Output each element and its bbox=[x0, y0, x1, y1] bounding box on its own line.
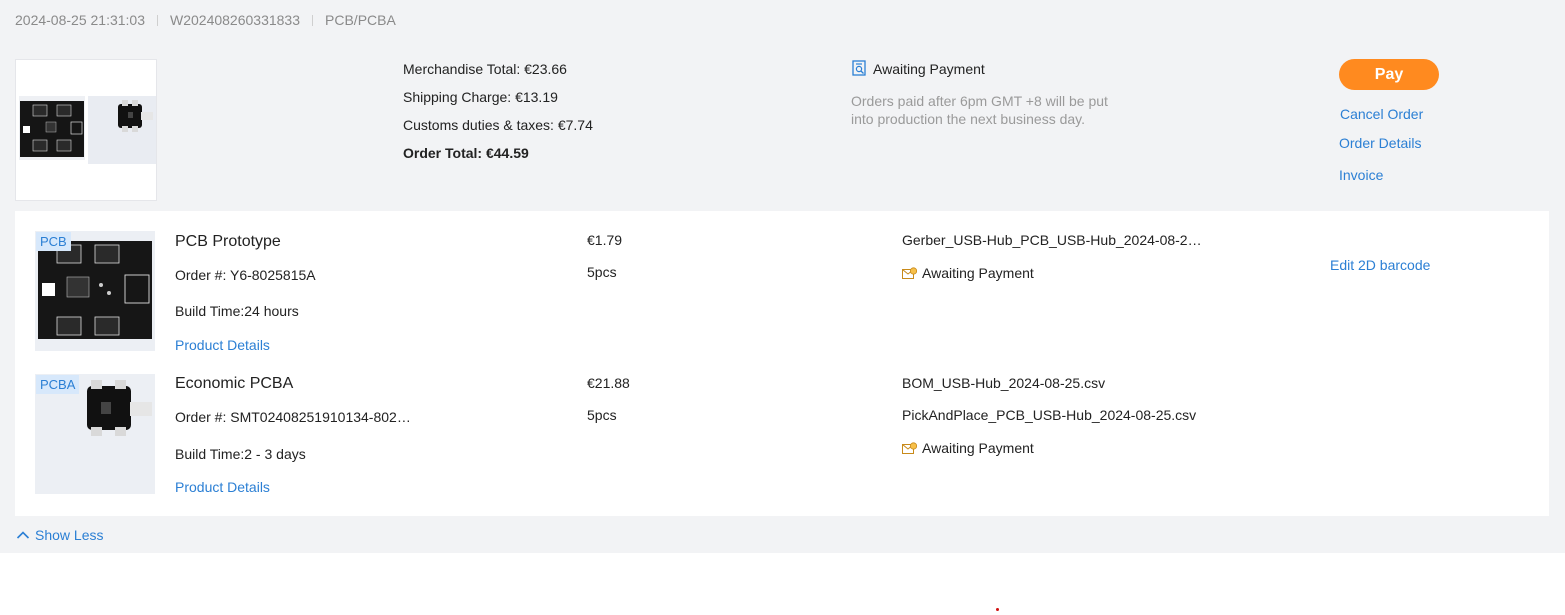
merchandise-total: Merchandise Total: €23.66 bbox=[403, 61, 567, 77]
envelope-clock-icon bbox=[902, 266, 918, 284]
order-total: Order Total: €44.59 bbox=[403, 145, 529, 161]
search-doc-icon bbox=[851, 59, 867, 79]
item-file[interactable]: PickAndPlace_PCB_USB-Hub_2024-08-25.csv bbox=[902, 406, 1196, 424]
customs-duties: Customs duties & taxes: €7.74 bbox=[403, 117, 593, 133]
item-status-label: Awaiting Payment bbox=[922, 265, 1034, 281]
item-order-number: Order #: Y6-8025815A bbox=[175, 267, 316, 283]
chevron-up-icon bbox=[16, 531, 30, 539]
item-build-time: Build Time:2 - 3 days bbox=[175, 446, 306, 462]
cursor-dot bbox=[996, 608, 999, 611]
divider bbox=[157, 14, 158, 26]
items-panel: PCB PCB Prototype Order #: Y6-8025815A B… bbox=[15, 211, 1549, 516]
item-status: Awaiting Payment bbox=[902, 264, 1034, 284]
item-image[interactable]: PCB bbox=[35, 231, 155, 351]
item-order-number: Order #: SMT02408251910134-802… bbox=[175, 409, 411, 425]
item-type-tag: PCB bbox=[36, 232, 71, 251]
item-title: PCB Prototype bbox=[175, 233, 281, 250]
production-note: Orders paid after 6pm GMT +8 will be put… bbox=[851, 93, 1108, 127]
invoice-link[interactable]: Invoice bbox=[1339, 166, 1383, 184]
order-card: 2024-08-25 21:31:03 W202408260331833 PCB… bbox=[0, 0, 1565, 553]
order-number: W202408260331833 bbox=[170, 12, 301, 28]
order-category: PCB/PCBA bbox=[325, 12, 396, 28]
edit-2d-barcode-link[interactable]: Edit 2D barcode bbox=[1330, 256, 1430, 274]
item-status: Awaiting Payment bbox=[902, 439, 1034, 459]
item-file[interactable]: Gerber_USB-Hub_PCB_USB-Hub_2024-08-2… bbox=[902, 231, 1202, 249]
product-details-link[interactable]: Product Details bbox=[175, 478, 270, 496]
item-type-tag: PCBA bbox=[36, 375, 80, 394]
envelope-clock-icon bbox=[902, 441, 918, 459]
item-image[interactable]: PCBA bbox=[35, 374, 155, 494]
item-title: Economic PCBA bbox=[175, 375, 294, 392]
product-details-link[interactable]: Product Details bbox=[175, 336, 270, 354]
item-quantity: 5pcs bbox=[587, 264, 617, 280]
pay-button[interactable]: Pay bbox=[1339, 59, 1439, 90]
item-status-label: Awaiting Payment bbox=[922, 440, 1034, 456]
shipping-charge: Shipping Charge: €13.19 bbox=[403, 89, 558, 105]
order-meta: 2024-08-25 21:31:03 W202408260331833 PCB… bbox=[15, 11, 396, 29]
pcb-thumbnail bbox=[19, 96, 85, 160]
divider bbox=[312, 14, 314, 26]
order-thumbnails[interactable] bbox=[15, 59, 157, 201]
order-details-link[interactable]: Order Details bbox=[1339, 134, 1421, 152]
status-label: Awaiting Payment bbox=[873, 61, 985, 77]
show-less-label: Show Less bbox=[35, 527, 104, 543]
item-quantity: 5pcs bbox=[587, 407, 617, 423]
order-status: Awaiting Payment Orders paid after 6pm G… bbox=[851, 59, 1121, 128]
pcba-thumbnail bbox=[88, 96, 156, 164]
cancel-order-link[interactable]: Cancel Order bbox=[1340, 105, 1423, 123]
item-price: €1.79 bbox=[587, 232, 623, 248]
item-build-time: Build Time:24 hours bbox=[175, 303, 299, 319]
order-date: 2024-08-25 21:31:03 bbox=[15, 12, 145, 28]
item-price: €21.88 bbox=[587, 375, 630, 391]
order-totals: Merchandise Total: €23.66 Shipping Charg… bbox=[403, 60, 593, 172]
show-less-toggle[interactable]: Show Less bbox=[16, 527, 103, 543]
item-file[interactable]: BOM_USB-Hub_2024-08-25.csv bbox=[902, 374, 1105, 392]
